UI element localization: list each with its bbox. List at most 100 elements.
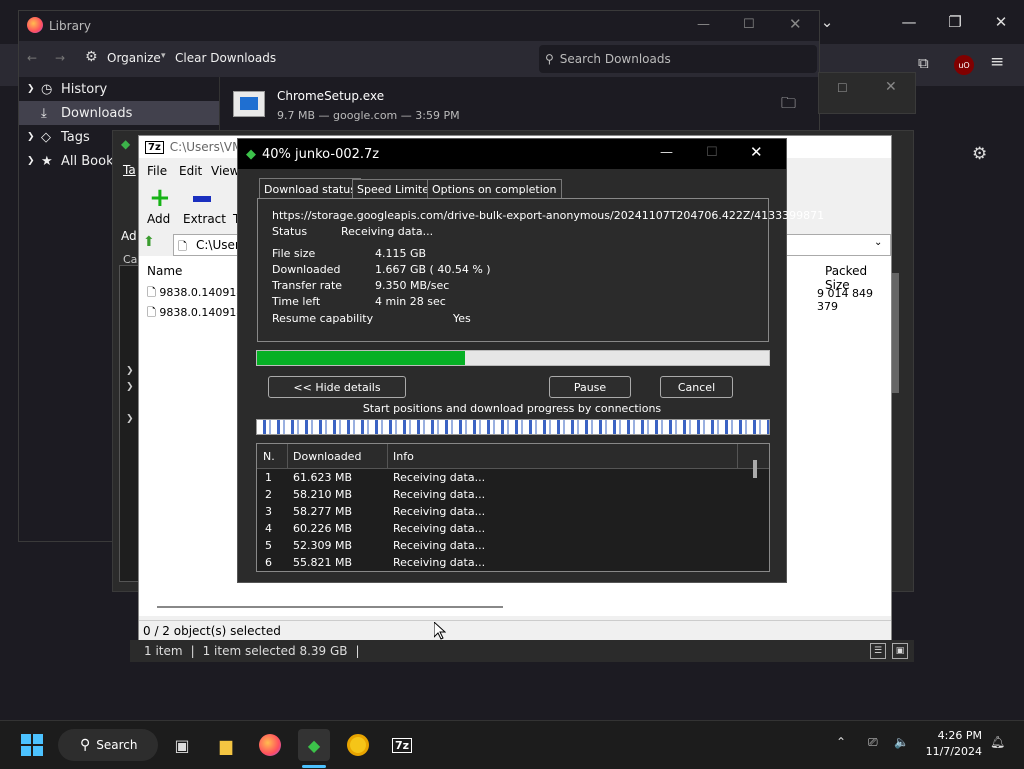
download-progress-fill bbox=[257, 351, 465, 365]
library-minimize-icon[interactable]: — bbox=[697, 17, 710, 32]
horizontal-scrollbar[interactable] bbox=[157, 606, 503, 608]
menu-view[interactable]: View bbox=[211, 164, 239, 178]
chevron-right-icon: ❯ bbox=[27, 132, 35, 142]
task-view-icon[interactable]: ▣ bbox=[166, 729, 198, 761]
time-left-label: Time left bbox=[272, 295, 321, 308]
search-downloads-input[interactable]: ⚲ Search Downloads bbox=[539, 45, 817, 73]
tree-chevron-icon[interactable]: ❯ bbox=[126, 414, 134, 424]
back-icon[interactable]: ← bbox=[27, 51, 37, 65]
table-row[interactable]: 6 55.821 MB Receiving data... bbox=[257, 554, 737, 571]
library-close-icon[interactable]: ✕ bbox=[789, 15, 802, 33]
menu-edit[interactable]: Edit bbox=[179, 164, 202, 178]
extract-button[interactable]: Extract bbox=[183, 212, 226, 226]
clear-downloads-button[interactable]: Clear Downloads bbox=[175, 51, 276, 65]
gear-icon[interactable]: ⚙ bbox=[972, 144, 994, 166]
dialog-minimize-icon[interactable]: — bbox=[660, 145, 673, 160]
download-name: ChromeSetup.exe bbox=[277, 89, 385, 103]
header-downloaded[interactable]: Downloaded bbox=[293, 450, 361, 463]
library-maximize-icon[interactable]: ☐ bbox=[743, 17, 755, 32]
table-row[interactable]: 5 52.309 MB Receiving data... bbox=[257, 537, 737, 554]
table-header: N. Downloaded Info bbox=[257, 444, 769, 469]
table-row[interactable]: 4 60.226 MB Receiving data... bbox=[257, 520, 737, 537]
hide-details-button[interactable]: << Hide details bbox=[268, 376, 406, 398]
clock-date[interactable]: 11/7/2024 bbox=[924, 745, 982, 758]
chrome-setup-taskbar-icon[interactable] bbox=[342, 729, 374, 761]
extract-icon[interactable] bbox=[193, 196, 211, 202]
resume-value: Yes bbox=[453, 312, 471, 325]
organize-chevron-icon: ▾ bbox=[161, 51, 166, 61]
taskbar: ⚲ Search ▣ ▆ ◆ 7z ⌃ ⎚ 🔈 4:26 PM 11/7/202… bbox=[0, 720, 1024, 769]
sidebar-item-history[interactable]: ❯ ◷ History bbox=[27, 77, 217, 101]
network-icon[interactable]: ⎚ bbox=[868, 735, 878, 750]
connections-caption: Start positions and download progress by… bbox=[362, 402, 662, 415]
menu-icon[interactable]: ≡ bbox=[990, 52, 1012, 74]
cancel-button[interactable]: Cancel bbox=[660, 376, 733, 398]
taskbar-search[interactable]: ⚲ Search bbox=[58, 729, 158, 761]
sevenzip-back-address: Ad bbox=[121, 229, 137, 243]
add-icon[interactable]: + bbox=[149, 185, 171, 211]
history-icon: ◷ bbox=[41, 81, 53, 97]
bg-close-icon[interactable]: ✕ bbox=[885, 79, 897, 95]
forward-icon[interactable]: → bbox=[55, 51, 65, 65]
table-row[interactable]: 3 58.277 MB Receiving data... bbox=[257, 503, 737, 520]
clock-time[interactable]: 4:26 PM bbox=[924, 729, 982, 742]
star-icon: ★ bbox=[41, 153, 53, 169]
pause-button[interactable]: Pause bbox=[549, 376, 631, 398]
folder-icon[interactable]: 🗀 bbox=[781, 93, 796, 118]
add-button[interactable]: Add bbox=[147, 212, 170, 226]
mouse-cursor-icon bbox=[433, 620, 447, 640]
close-button[interactable]: ✕ bbox=[978, 0, 1024, 44]
download-dialog: ◆ 40% junko-002.7z — ☐ ✕ Download status… bbox=[237, 138, 824, 583]
tree-chevron-icon[interactable]: ❯ bbox=[126, 366, 134, 376]
download-icon: ⤓ bbox=[41, 105, 47, 121]
address-dropdown-icon[interactable]: ⌄ bbox=[874, 237, 882, 248]
table-body: 1 61.623 MB Receiving data... 2 58.210 M… bbox=[257, 469, 737, 571]
sidebar-item-downloads[interactable]: ⤓ Downloads bbox=[19, 101, 219, 125]
tab-speed-limiter[interactable]: Speed Limiter bbox=[352, 179, 439, 198]
table-scrollbar-thumb[interactable] bbox=[753, 460, 757, 478]
minimize-button[interactable]: — bbox=[886, 0, 932, 44]
dialog-close-icon[interactable]: ✕ bbox=[750, 143, 763, 161]
header-info[interactable]: Info bbox=[393, 450, 414, 463]
transfer-rate-label: Transfer rate bbox=[272, 279, 343, 292]
download-item[interactable]: ChromeSetup.exe 9.7 MB — google.com — 3:… bbox=[221, 77, 817, 131]
extensions-icon[interactable]: ⧉ bbox=[918, 54, 940, 76]
tab-options-on-completion[interactable]: Options on completion bbox=[427, 179, 562, 198]
sevenzip-back-menu[interactable]: Ta bbox=[123, 163, 136, 177]
volume-muted-icon[interactable]: 🔈 bbox=[894, 735, 909, 749]
ublock-icon[interactable]: uO bbox=[954, 55, 974, 75]
details-view-icon[interactable]: ☰ bbox=[870, 643, 886, 659]
chevron-right-icon: ❯ bbox=[27, 84, 35, 94]
firefox-taskbar-icon[interactable] bbox=[254, 729, 286, 761]
menu-file[interactable]: File bbox=[147, 164, 167, 178]
table-row[interactable]: 1 61.623 MB Receiving data... bbox=[257, 469, 737, 486]
table-row[interactable]: 2 58.210 MB Receiving data... bbox=[257, 486, 737, 503]
downloaded-label: Downloaded bbox=[272, 263, 341, 276]
address-folder-icon: 🗋 bbox=[178, 240, 187, 253]
start-button[interactable] bbox=[16, 729, 48, 761]
header-n[interactable]: N. bbox=[263, 450, 275, 463]
maximize-button[interactable]: ❐ bbox=[932, 0, 978, 44]
notification-bell-icon[interactable]: 🔔︎ bbox=[990, 735, 1005, 749]
tag-icon: ◇ bbox=[41, 129, 51, 145]
tab-download-status[interactable]: Download status bbox=[259, 178, 361, 199]
status-panel: https://storage.googleapis.com/drive-bul… bbox=[257, 198, 824, 342]
idm-taskbar-icon[interactable]: ◆ bbox=[298, 729, 330, 761]
bg-maximize-icon[interactable]: ☐ bbox=[837, 81, 848, 95]
file-icon: 🗋 bbox=[147, 286, 156, 299]
dialog-title: 40% junko-002.7z bbox=[262, 146, 380, 162]
downloaded-value: 1.667 GB ( 40.54 % ) bbox=[375, 263, 491, 276]
chevron-up-icon[interactable]: ⌃ bbox=[836, 735, 846, 749]
filesize-label: File size bbox=[272, 247, 316, 260]
sevenzip-logo-icon: 7z bbox=[145, 140, 164, 154]
tiles-view-icon[interactable]: ▣ bbox=[892, 643, 908, 659]
file-explorer-icon[interactable]: ▆ bbox=[210, 729, 242, 761]
sevenzip-taskbar-icon[interactable]: 7z bbox=[386, 729, 418, 761]
sevenzip-back-icon: ◆ bbox=[121, 137, 131, 151]
download-progress-bar bbox=[256, 350, 770, 366]
column-name[interactable]: Name bbox=[147, 264, 182, 278]
search-icon: ⚲ bbox=[80, 737, 91, 753]
up-folder-icon[interactable]: ⬆ bbox=[143, 234, 161, 254]
organize-button[interactable]: Organize bbox=[107, 51, 161, 65]
tree-chevron-icon[interactable]: ❯ bbox=[126, 382, 134, 392]
